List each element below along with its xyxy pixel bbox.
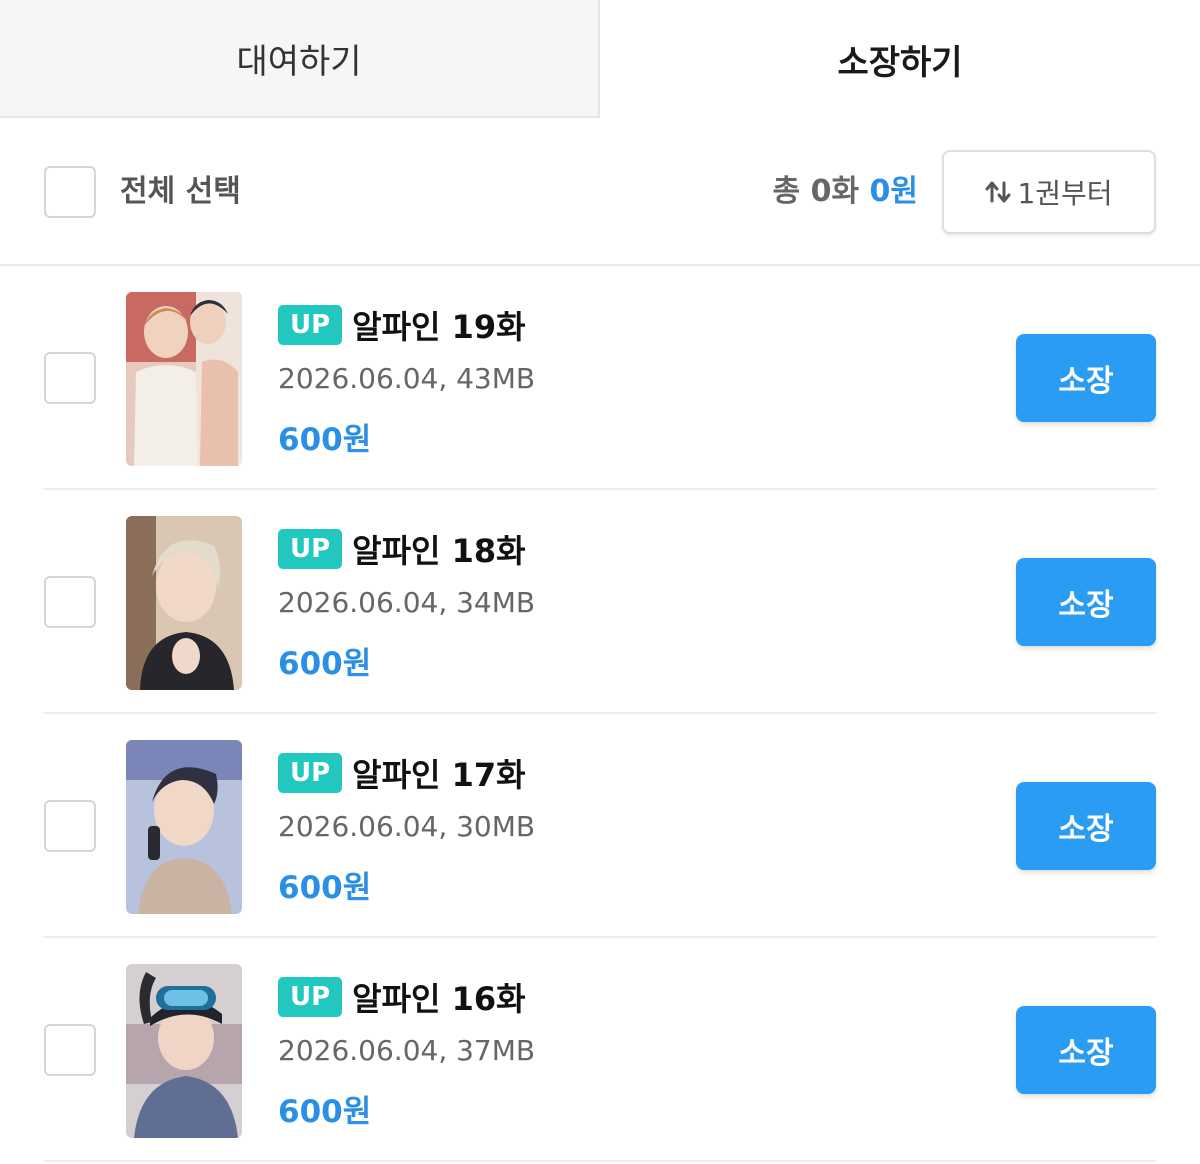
episode-row[interactable]: UP 알파인 18화 2026.06.04, 34MB 600원 소장 [0,490,1200,714]
total-summary: 총 0화 0원 [773,168,918,216]
episode-row[interactable]: UP 알파인 19화 2026.06.04, 43MB 600원 소장 [0,266,1200,490]
own-button[interactable]: 소장 [1016,1006,1156,1094]
episode-title[interactable]: 알파인 16화 [352,974,525,1020]
episode-row[interactable]: UP 알파인 16화 2026.06.04, 37MB 600원 소장 [0,938,1200,1162]
episode-thumbnail[interactable] [126,964,242,1138]
sort-label: 1권부터 [1017,177,1113,210]
tab-rent[interactable]: 대여하기 [0,0,600,118]
episode-thumbnail[interactable] [126,516,242,690]
episode-title-line[interactable]: UP 알파인 19화 [278,304,526,346]
update-badge: UP [278,529,343,569]
tab-bar: 대여하기 소장하기 [0,0,1200,118]
episode-meta: 2026.06.04, 34MB [278,586,536,619]
own-button[interactable]: 소장 [1016,782,1156,870]
episode-row[interactable]: UP 알파인 17화 2026.06.04, 30MB 600원 소장 [0,714,1200,938]
total-amount: 0원 [869,174,918,209]
episode-title[interactable]: 알파인 17화 [352,750,525,796]
episode-title-line[interactable]: UP 알파인 17화 [278,752,526,794]
episode-checkbox[interactable] [44,576,96,628]
episode-thumbnail[interactable] [126,292,242,466]
episode-title[interactable]: 알파인 19화 [352,302,525,348]
tab-own[interactable]: 소장하기 [600,0,1200,118]
episode-checkbox[interactable] [44,352,96,404]
update-badge: UP [278,305,343,345]
list-toolbar: 전체 선택 총 0화 0원 1권부터 [0,118,1200,266]
row-divider [44,1160,1156,1162]
episode-price: 600원 [278,422,372,458]
episode-title[interactable]: 알파인 18화 [352,526,525,572]
update-badge: UP [278,753,343,793]
episode-price: 600원 [278,646,372,682]
episode-meta: 2026.06.04, 43MB [278,362,536,395]
episode-meta: 2026.06.04, 37MB [278,1034,536,1067]
episode-checkbox[interactable] [44,800,96,852]
episode-price: 600원 [278,1094,372,1130]
select-all-checkbox[interactable] [44,166,96,218]
sort-button[interactable]: 1권부터 [942,150,1156,234]
episode-thumbnail[interactable] [126,740,242,914]
episode-title-line[interactable]: UP 알파인 16화 [278,976,526,1018]
own-button[interactable]: 소장 [1016,558,1156,646]
own-button[interactable]: 소장 [1016,334,1156,422]
episode-checkbox[interactable] [44,1024,96,1076]
episode-meta: 2026.06.04, 30MB [278,810,536,843]
sort-arrows-icon [985,179,1011,205]
episode-title-line[interactable]: UP 알파인 18화 [278,528,526,570]
episode-price: 600원 [278,870,372,906]
update-badge: UP [278,977,343,1017]
total-count: 총 0화 [772,174,860,209]
select-all-label[interactable]: 전체 선택 [120,168,241,216]
